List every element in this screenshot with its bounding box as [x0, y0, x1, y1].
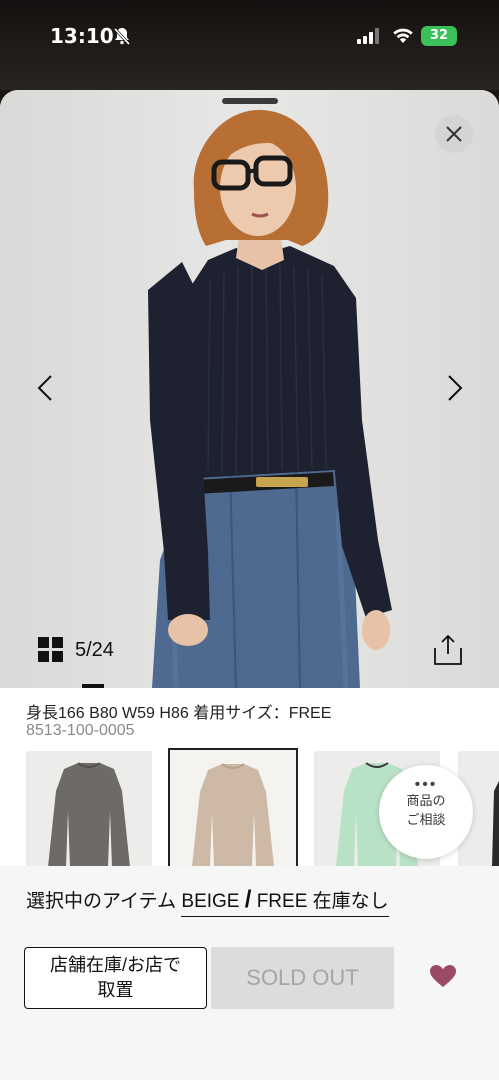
- close-button[interactable]: [435, 115, 473, 153]
- grid-view-icon[interactable]: [38, 637, 64, 663]
- heart-icon[interactable]: [429, 964, 457, 988]
- selected-item-info: 選択中のアイテム BEIGE / FREE 在庫なし: [26, 886, 389, 917]
- color-thumbnail-selected[interactable]: [168, 748, 298, 868]
- more-dots-icon: •••: [414, 776, 438, 793]
- model-size-info: 身長166 B80 W59 H86 着用サイズ：FREE: [26, 705, 332, 722]
- consult-label-line2: ご相談: [406, 812, 446, 827]
- sold-out-button[interactable]: SOLD OUT: [211, 947, 394, 1009]
- bell-muted-icon: [113, 27, 131, 46]
- chevron-left-icon: [37, 375, 52, 401]
- share-icon[interactable]: [433, 634, 463, 666]
- store-stock-label-line1: 店舗在庫/お店で: [49, 955, 181, 975]
- cellular-signal-icon: [357, 28, 379, 44]
- image-counter: 5/24: [75, 639, 114, 661]
- selected-size: FREE: [256, 891, 308, 912]
- consult-label-line1: 商品の: [406, 793, 446, 808]
- image-page-indicator: [82, 684, 104, 688]
- selected-item-value[interactable]: BEIGE / FREE 在庫なし: [181, 886, 389, 917]
- selected-color: BEIGE: [181, 891, 240, 912]
- status-time: 13:10: [50, 24, 114, 48]
- next-image-button[interactable]: [440, 370, 470, 406]
- store-stock-button[interactable]: 店舗在庫/お店で 取置: [24, 947, 207, 1009]
- status-bar: 13:10 32: [0, 0, 499, 90]
- product-code: 8513-100-0005: [26, 722, 135, 739]
- sweater-thumbnail-beige: [192, 763, 274, 866]
- wifi-icon: [393, 28, 413, 43]
- sheet-grabber[interactable]: [222, 98, 278, 104]
- product-sheet: 5/24 身長166 B80 W59 H86 着用サイズ：FREE 8513-1…: [0, 90, 499, 1080]
- battery-icon: 32: [421, 26, 457, 46]
- sweater-thumbnail-gray: [48, 762, 130, 867]
- close-icon: [446, 126, 462, 142]
- model-illustration: [148, 109, 392, 688]
- color-thumbnail[interactable]: [26, 751, 152, 867]
- chevron-right-icon: [448, 375, 463, 401]
- selected-item-label: 選択中のアイテム: [26, 891, 177, 912]
- stock-status: 在庫なし: [312, 891, 389, 912]
- store-stock-label-line2: 取置: [97, 980, 134, 1000]
- selection-separator: /: [244, 886, 252, 913]
- purchase-panel: 選択中のアイテム BEIGE / FREE 在庫なし 店舗在庫/お店で 取置 S…: [0, 866, 499, 1080]
- product-photo[interactable]: 5/24: [0, 90, 499, 688]
- previous-image-button[interactable]: [30, 370, 60, 406]
- consult-button[interactable]: ••• 商品の ご相談: [379, 765, 473, 859]
